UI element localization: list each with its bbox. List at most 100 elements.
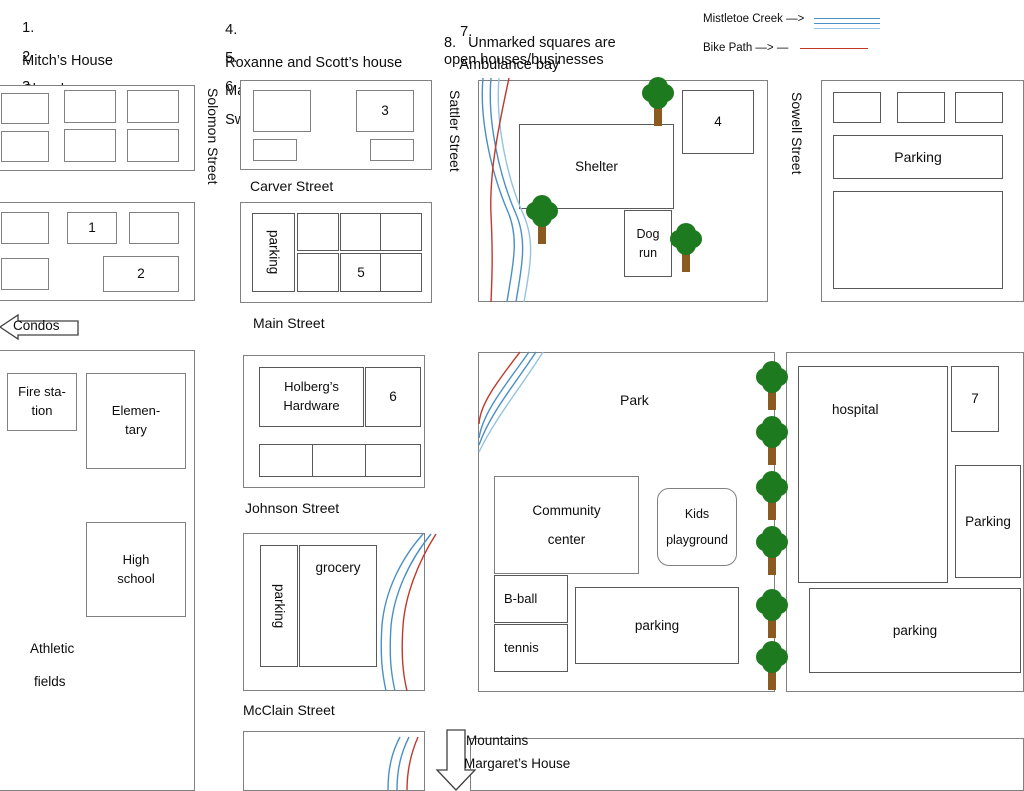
building-dog-run[interactable]: Dog run (624, 210, 672, 277)
bottom-left-block (243, 731, 425, 791)
park-label: Park (620, 392, 649, 408)
residential-block-top-left (0, 85, 195, 171)
athletic-fields-line-2: fields (34, 674, 66, 689)
building-community-center[interactable]: Community center (494, 476, 639, 574)
building-sweets-and-treats[interactable]: 6 (365, 367, 421, 427)
legend-key-creek-label: Mistletoe Creek —> (703, 13, 805, 25)
tree-icon (666, 222, 706, 274)
lot[interactable] (340, 213, 382, 251)
street-label-mcclain: McClain Street (243, 702, 335, 718)
lot[interactable] (380, 213, 422, 251)
dog-run-line-1: Dog (636, 227, 660, 242)
condos-label: Condos (13, 318, 60, 333)
legend-item-8: 8. Unmarked squares are open houses/busi… (444, 35, 650, 68)
elementary-line-1: Elemen- (111, 403, 161, 419)
lot[interactable] (127, 90, 179, 123)
athletic-fields-line-1: Athletic (30, 641, 75, 656)
parking-lot-bottom[interactable]: parking (809, 588, 1021, 673)
lot[interactable] (297, 213, 339, 251)
street-label-johnson: Johnson Street (245, 500, 340, 516)
tree-icon (752, 640, 792, 692)
condos-arrow: Condos (0, 311, 80, 343)
street-label-carver: Carver Street (250, 178, 334, 194)
lot[interactable] (129, 212, 179, 244)
shelter-block: Shelter 4 Dog run (478, 80, 768, 302)
street-label-main: Main Street (253, 315, 325, 331)
lot[interactable] (1, 258, 49, 290)
lot-church[interactable]: 2 (103, 256, 179, 292)
johnson-street-block: Holberg’s Hardware 6 (243, 355, 425, 488)
residential-block-second-left: 1 2 (0, 202, 195, 301)
community-center-line-1: Community (532, 502, 601, 518)
tree-icon (752, 415, 792, 467)
lot[interactable] (64, 90, 116, 123)
lot-danis-house-day-care[interactable]: 3 (356, 90, 414, 132)
legend-label-8: Unmarked squares are open houses/busines… (444, 35, 616, 68)
lot[interactable] (259, 444, 313, 477)
parking-lot[interactable]: parking (575, 587, 739, 664)
mcclain-street-block: parking grocery (243, 533, 425, 691)
parking-lot[interactable]: Parking (833, 135, 1003, 179)
lot-main-street-java[interactable]: 5 (340, 253, 382, 292)
building-basketball-court[interactable]: B-ball (494, 575, 568, 623)
tree-icon (522, 194, 562, 246)
legend-number-6: 6. (225, 78, 238, 95)
carver-street-block: 3 (240, 80, 432, 170)
parking-label: parking (271, 583, 287, 629)
lot[interactable] (1, 131, 49, 162)
building-ambulance-bay[interactable]: 7 (951, 366, 999, 432)
margarets-house-label: Margaret’s House (464, 756, 571, 771)
building-tennis-court[interactable]: tennis (494, 624, 568, 672)
park-block: Park Community center Kids playground B-… (478, 352, 775, 692)
street-label-sowell: Sowell Street (789, 92, 805, 175)
tree-icon (638, 76, 678, 128)
lot[interactable] (312, 444, 366, 477)
sowell-street-block: Parking (821, 80, 1024, 302)
lot[interactable] (64, 129, 116, 162)
elementary-line-2: tary (125, 422, 147, 437)
lot[interactable] (955, 92, 1003, 123)
lot[interactable] (897, 92, 945, 123)
lot[interactable] (370, 139, 414, 161)
lot[interactable] (380, 253, 422, 292)
parking-lot-side[interactable]: Parking (955, 465, 1021, 578)
tree-icon (752, 360, 792, 412)
building-fire-station[interactable]: Fire sta- tion (7, 373, 77, 431)
dog-run-line-2: run (638, 245, 658, 260)
tree-icon (752, 588, 792, 640)
parking-lot[interactable]: parking (252, 213, 295, 292)
building-hospital[interactable]: hospital (798, 366, 948, 583)
street-label-sattler: Sattler Street (447, 90, 463, 172)
town-map: 1. Mitch’s House 2. Church 3. Dani’s hou… (0, 0, 1024, 791)
building-holbergs-hardware[interactable]: Holberg’s Hardware (259, 367, 364, 427)
playground-line-1: Kids (684, 507, 710, 522)
holbergs-line-1: Holberg’s (284, 379, 339, 395)
holbergs-line-2: Hardware (283, 398, 340, 413)
high-school-line-2: school (117, 570, 155, 586)
lot[interactable] (833, 92, 881, 123)
building-elementary-school[interactable]: Elemen- tary (86, 373, 186, 469)
lot[interactable] (127, 129, 179, 162)
lot[interactable] (253, 90, 311, 132)
lot[interactable] (833, 191, 1003, 289)
parking-lot[interactable]: parking (260, 545, 298, 667)
lot[interactable] (297, 253, 339, 292)
tree-icon (752, 470, 792, 522)
legend-key-creek-swatch (814, 18, 880, 29)
building-kids-playground[interactable]: Kids playground (657, 488, 737, 566)
lot[interactable] (253, 139, 297, 161)
legend-key-bikepath-label: Bike Path —> — (703, 42, 789, 54)
building-roxanne-and-scotts-house[interactable]: 4 (682, 90, 754, 154)
lot[interactable] (365, 444, 421, 477)
high-school-line-1: High (122, 551, 150, 567)
mountains-label: Mountains (466, 733, 529, 748)
legend-key-bikepath-swatch (800, 48, 868, 50)
building-high-school[interactable]: High school (86, 522, 186, 617)
lot[interactable] (1, 93, 49, 124)
parking-label: parking (266, 230, 282, 275)
hospital-block: hospital 7 Parking parking (786, 352, 1024, 692)
building-grocery[interactable]: grocery (299, 545, 377, 667)
lot-mitchs-house[interactable]: 1 (67, 212, 117, 244)
community-center-line-2: center (547, 531, 586, 547)
lot[interactable] (1, 212, 49, 244)
